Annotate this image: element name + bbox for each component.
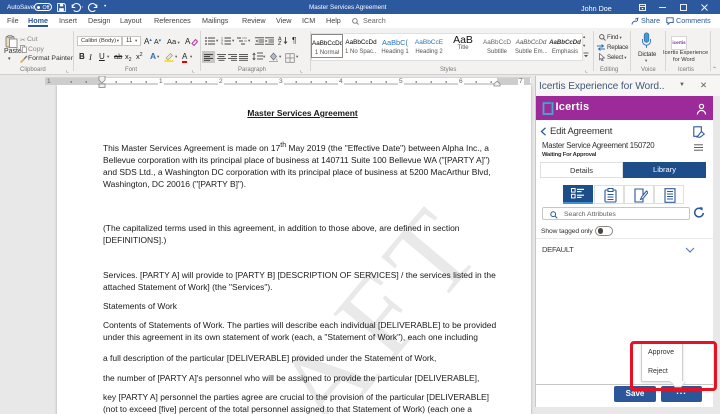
svg-text:3: 3 xyxy=(221,43,223,46)
